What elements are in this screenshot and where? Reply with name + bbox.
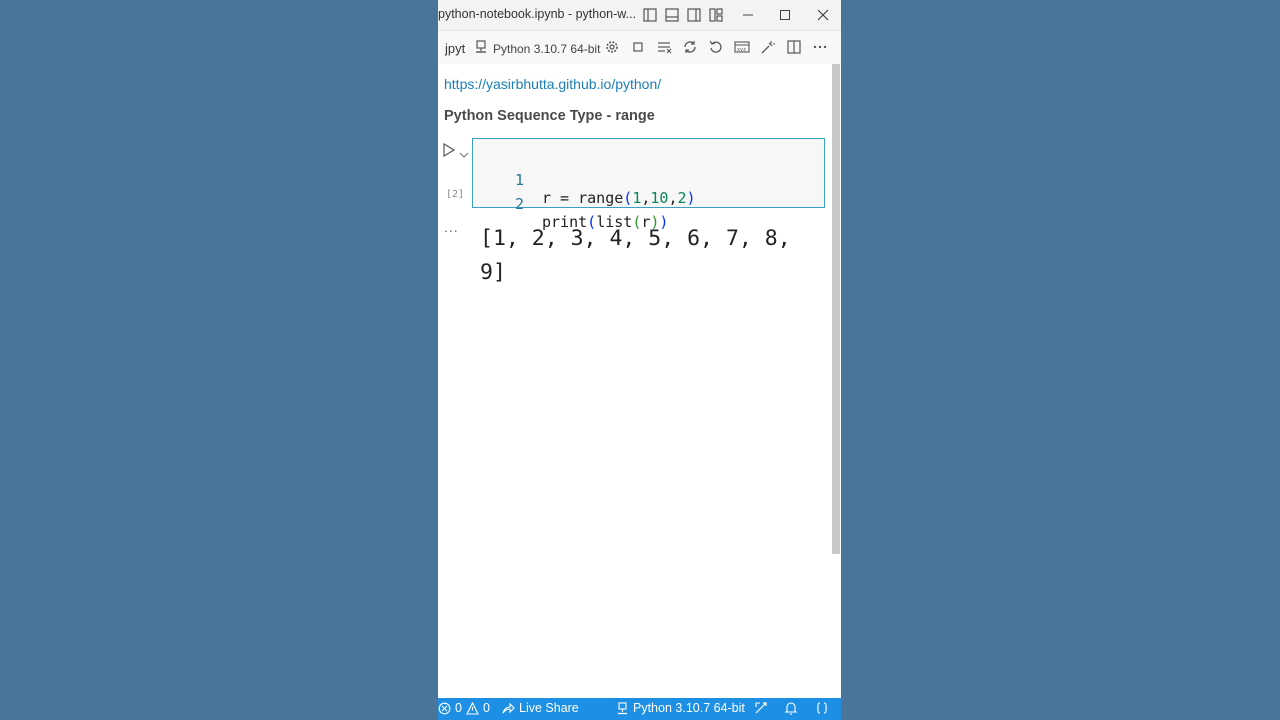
braces-icon[interactable] — [815, 701, 829, 715]
status-bar: 0 0 Live Share Python 3.10.7 64-bit — [438, 698, 841, 720]
code-cell[interactable]: 1 r = range(1,10,2) 2 print(list(r)) — [472, 138, 825, 231]
problems-indicator[interactable]: 0 0 — [438, 701, 490, 715]
notebook-toolbar: jpyt Python 3.10.7 64-bit xyz — [438, 31, 841, 64]
variables-icon[interactable]: xyz — [734, 39, 750, 55]
kernel-icon — [616, 701, 629, 715]
customize-layout-icon[interactable] — [708, 7, 724, 23]
kernel-picker[interactable]: Python 3.10.7 64-bit — [474, 40, 600, 57]
svg-text:xyz: xyz — [737, 47, 746, 53]
layout-controls — [642, 7, 724, 23]
warning-count: 0 — [482, 701, 490, 715]
kernel-status-label: Python 3.10.7 64-bit — [633, 701, 745, 715]
window-title: python-notebook.ipynb - python-w... — [438, 7, 637, 21]
kernel-status[interactable]: Python 3.10.7 64-bit — [616, 701, 745, 715]
chevron-down-icon[interactable] — [459, 146, 469, 158]
stop-icon[interactable] — [630, 39, 646, 55]
vertical-scrollbar[interactable] — [832, 64, 840, 554]
line-number: 2 — [515, 195, 525, 213]
error-icon — [438, 702, 451, 715]
kernel-icon — [474, 40, 488, 57]
code-text: r = range(1,10,2) — [542, 189, 696, 207]
outline-icon[interactable] — [760, 39, 776, 55]
close-button[interactable] — [809, 5, 837, 25]
live-share-label: Live Share — [519, 701, 579, 715]
markdown-link[interactable]: https://yasirbhutta.github.io/python/ — [444, 76, 661, 92]
more-icon[interactable] — [812, 39, 828, 55]
cell-output: [1, 2, 3, 4, 5, 6, 7, 8, 9] — [480, 226, 804, 285]
editor-tab-label[interactable]: jpyt — [445, 41, 465, 56]
markdown-heading: Python Sequence Type - range — [444, 108, 655, 124]
toggle-secondary-sidebar-icon[interactable] — [686, 7, 702, 23]
feedback-icon[interactable] — [754, 701, 768, 715]
output-more-icon[interactable]: ... — [444, 219, 459, 235]
split-editor-icon[interactable] — [786, 39, 802, 55]
minimize-button[interactable] — [734, 5, 762, 25]
restart-icon[interactable] — [682, 39, 698, 55]
execution-count: [2] — [446, 189, 465, 200]
live-share-icon — [502, 702, 515, 715]
live-share-button[interactable]: Live Share — [502, 701, 579, 715]
bell-icon[interactable] — [784, 701, 798, 715]
notebook-editor: https://yasirbhutta.github.io/python/ Py… — [438, 64, 841, 698]
gear-icon[interactable] — [604, 39, 620, 55]
error-count: 0 — [455, 701, 462, 715]
kernel-label: Python 3.10.7 64-bit — [493, 41, 601, 56]
toggle-panel-icon[interactable] — [664, 7, 680, 23]
clear-outputs-icon[interactable] — [656, 39, 672, 55]
undo-icon[interactable] — [708, 39, 724, 55]
title-bar: python-notebook.ipynb - python-w... — [438, 0, 841, 31]
run-cell-button[interactable] — [442, 142, 456, 158]
vscode-window: python-notebook.ipynb - python-w... jpyt… — [438, 0, 841, 720]
maximize-button[interactable] — [771, 5, 799, 25]
warning-icon — [466, 701, 479, 715]
toggle-primary-sidebar-icon[interactable] — [642, 7, 658, 23]
